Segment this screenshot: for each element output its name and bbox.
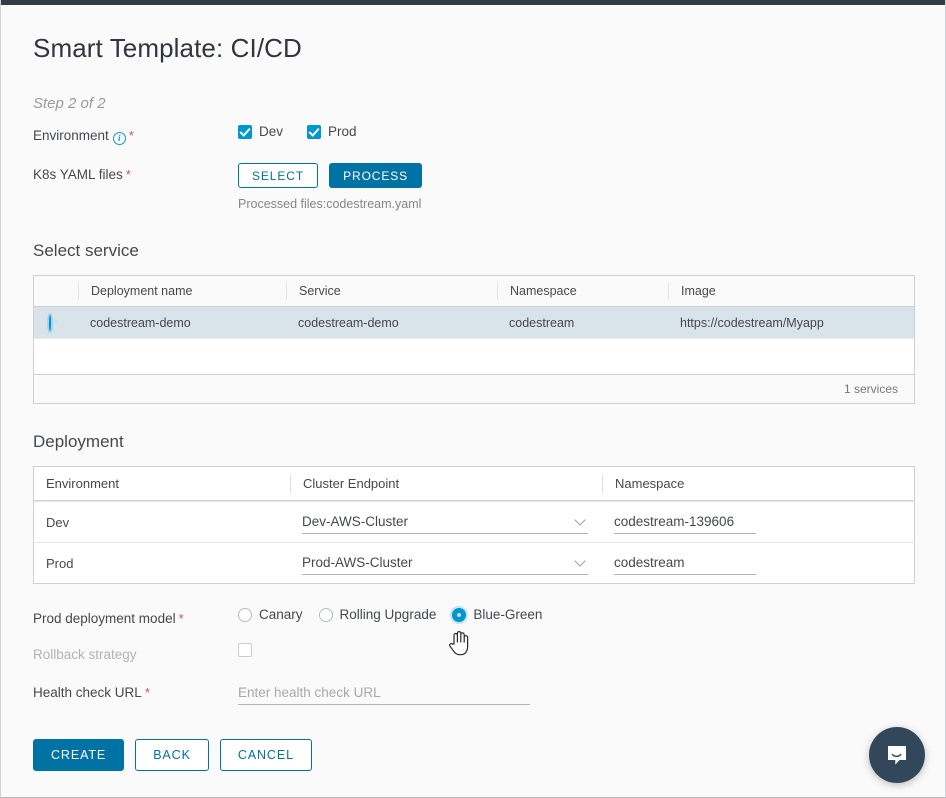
cell-image: https://codestream/Myapp: [680, 315, 824, 330]
namespace-value-dev: codestream-139606: [614, 514, 735, 529]
app-window: Smart Template: CI/CD Step 2 of 2 Enviro…: [0, 0, 946, 798]
deployment-cell-namespace: codestream: [602, 551, 914, 575]
page-content: Smart Template: CI/CD Step 2 of 2 Enviro…: [1, 5, 945, 771]
chevron-down-icon[interactable]: [574, 514, 586, 526]
deployment-cell-cluster-endpoint: Dev-AWS-Cluster: [290, 510, 602, 534]
deployment-table-header: Environment Cluster Endpoint Namespace: [34, 467, 914, 501]
table-row-empty: [34, 338, 914, 374]
health-check-url-row: Health check URL * Enter health check URL: [33, 681, 913, 705]
health-check-url-input[interactable]: Enter health check URL: [238, 681, 530, 705]
deployment-header-namespace: Namespace: [602, 473, 914, 494]
table-row: Prod Prod-AWS-Cluster codestream: [34, 542, 914, 583]
deployment-cell-cluster-endpoint: Prod-AWS-Cluster: [290, 551, 602, 575]
environment-dev-label: Dev: [259, 124, 284, 139]
processed-files-text: Processed files:codestream.yaml: [238, 197, 422, 211]
back-button[interactable]: BACK: [135, 739, 209, 771]
table-row[interactable]: codestream-demo codestream-demo codestre…: [34, 307, 914, 338]
chevron-down-icon[interactable]: [574, 555, 586, 567]
deployment-header-environment: Environment: [46, 476, 119, 491]
table-row: Dev Dev-AWS-Cluster codestream-139606: [34, 501, 914, 542]
prod-deployment-model-radio-group: Canary Rolling Upgrade Blue-Green: [238, 607, 913, 622]
grid-header-image: Image: [668, 282, 914, 300]
rollback-checkbox[interactable]: [238, 643, 252, 657]
service-grid-footer: 1 services: [34, 374, 914, 403]
radio-unselected-icon[interactable]: [238, 607, 252, 622]
radio-selected-icon[interactable]: [49, 314, 51, 331]
page-title: Smart Template: CI/CD: [33, 33, 302, 63]
deployment-table: Environment Cluster Endpoint Namespace D…: [33, 466, 915, 584]
namespace-value-prod: codestream: [614, 555, 685, 570]
deployment-cell-namespace: codestream-139606: [602, 510, 914, 534]
environment-checkbox-prod[interactable]: Prod: [307, 124, 357, 139]
cluster-endpoint-value-prod: Prod-AWS-Cluster: [302, 555, 413, 570]
create-button[interactable]: CREATE: [33, 739, 125, 771]
cancel-button[interactable]: CANCEL: [219, 739, 312, 771]
yaml-files-controls: SELECT PROCESS Processed files:codestrea…: [238, 163, 913, 211]
yaml-files-label-text: K8s YAML files: [33, 167, 123, 182]
deployment-header-cluster-endpoint: Cluster Endpoint: [290, 473, 602, 494]
radio-unselected-icon[interactable]: [318, 607, 333, 622]
health-check-url-label-text: Health check URL: [33, 685, 142, 700]
cluster-endpoint-value-dev: Dev-AWS-Cluster: [302, 514, 409, 529]
prod-deployment-model-label-text: Prod deployment model: [33, 611, 176, 626]
yaml-required-mark: *: [125, 167, 131, 182]
health-check-url-control: Enter health check URL: [238, 681, 913, 705]
namespace-input-prod[interactable]: codestream: [614, 551, 756, 575]
radio-label-canary: Canary: [259, 607, 303, 622]
radio-label-rolling-upgrade: Rolling Upgrade: [339, 607, 437, 622]
health-check-url-placeholder: Enter health check URL: [238, 685, 381, 700]
rollback-strategy-label: Rollback strategy: [33, 647, 137, 662]
environment-row: Environment i * Dev Prod: [33, 124, 913, 146]
deployment-heading: Deployment: [33, 432, 124, 451]
grid-header-namespace: Namespace: [497, 282, 668, 300]
environment-label-text: Environment: [33, 128, 109, 143]
cluster-endpoint-select-prod[interactable]: Prod-AWS-Cluster: [302, 551, 588, 575]
radio-label-blue-green: Blue-Green: [473, 607, 543, 622]
prod-deployment-model-row: Prod deployment model * Canary Rolling Up…: [33, 607, 913, 629]
cell-namespace: codestream: [509, 315, 575, 330]
rollback-strategy-control: [238, 643, 913, 657]
radio-option-canary[interactable]: Canary: [238, 607, 303, 622]
service-datagrid: Deployment name Service Namespace Image …: [33, 275, 915, 404]
select-button[interactable]: SELECT: [238, 163, 319, 188]
service-grid-header: Deployment name Service Namespace Image: [34, 276, 914, 307]
rollback-strategy-row: Rollback strategy: [33, 643, 913, 665]
radio-selected-icon[interactable]: [452, 607, 467, 622]
yaml-files-label: K8s YAML files *: [33, 163, 238, 185]
form-actions: CREATE BACK CANCEL: [33, 739, 913, 771]
grid-header-deployment-name: Deployment name: [78, 282, 286, 300]
grid-header-select: [34, 282, 78, 300]
cluster-endpoint-select-dev[interactable]: Dev-AWS-Cluster: [302, 510, 588, 534]
prod-deployment-model-label: Prod deployment model *: [33, 607, 238, 629]
yaml-files-row: K8s YAML files * SELECT PROCESS Processed…: [33, 163, 913, 211]
namespace-input-dev[interactable]: codestream-139606: [614, 510, 756, 534]
environment-required-mark: *: [128, 128, 134, 143]
deployment-cell-environment: Prod: [46, 555, 74, 571]
chat-bubble-icon: [888, 746, 906, 765]
step-indicator: Step 2 of 2: [33, 95, 106, 112]
health-check-url-label: Health check URL *: [33, 681, 238, 703]
checkbox-checked-icon[interactable]: [307, 124, 322, 139]
checkbox-checked-icon[interactable]: [238, 124, 252, 139]
environment-prod-label: Prod: [328, 124, 357, 139]
environment-checkbox-group: Dev Prod: [238, 124, 913, 139]
prod-model-required-mark: *: [178, 611, 184, 626]
radio-option-rolling-upgrade[interactable]: Rolling Upgrade: [318, 607, 437, 622]
service-count-label: 1 services: [843, 382, 898, 396]
environment-label: Environment i *: [33, 124, 238, 146]
process-button[interactable]: PROCESS: [329, 163, 423, 188]
row-radio-cell[interactable]: [34, 314, 78, 331]
health-check-required-mark: *: [144, 685, 150, 700]
deployment-cell-environment: Dev: [46, 514, 70, 530]
grid-header-service: Service: [286, 282, 497, 300]
select-service-heading: Select service: [33, 241, 139, 260]
cell-deployment-name: codestream-demo: [90, 315, 191, 330]
environment-checkbox-dev[interactable]: Dev: [238, 124, 283, 139]
radio-option-blue-green[interactable]: Blue-Green: [452, 607, 542, 622]
info-icon[interactable]: i: [112, 132, 126, 145]
chat-widget-button[interactable]: [869, 727, 925, 783]
cell-service: codestream-demo: [298, 315, 399, 330]
